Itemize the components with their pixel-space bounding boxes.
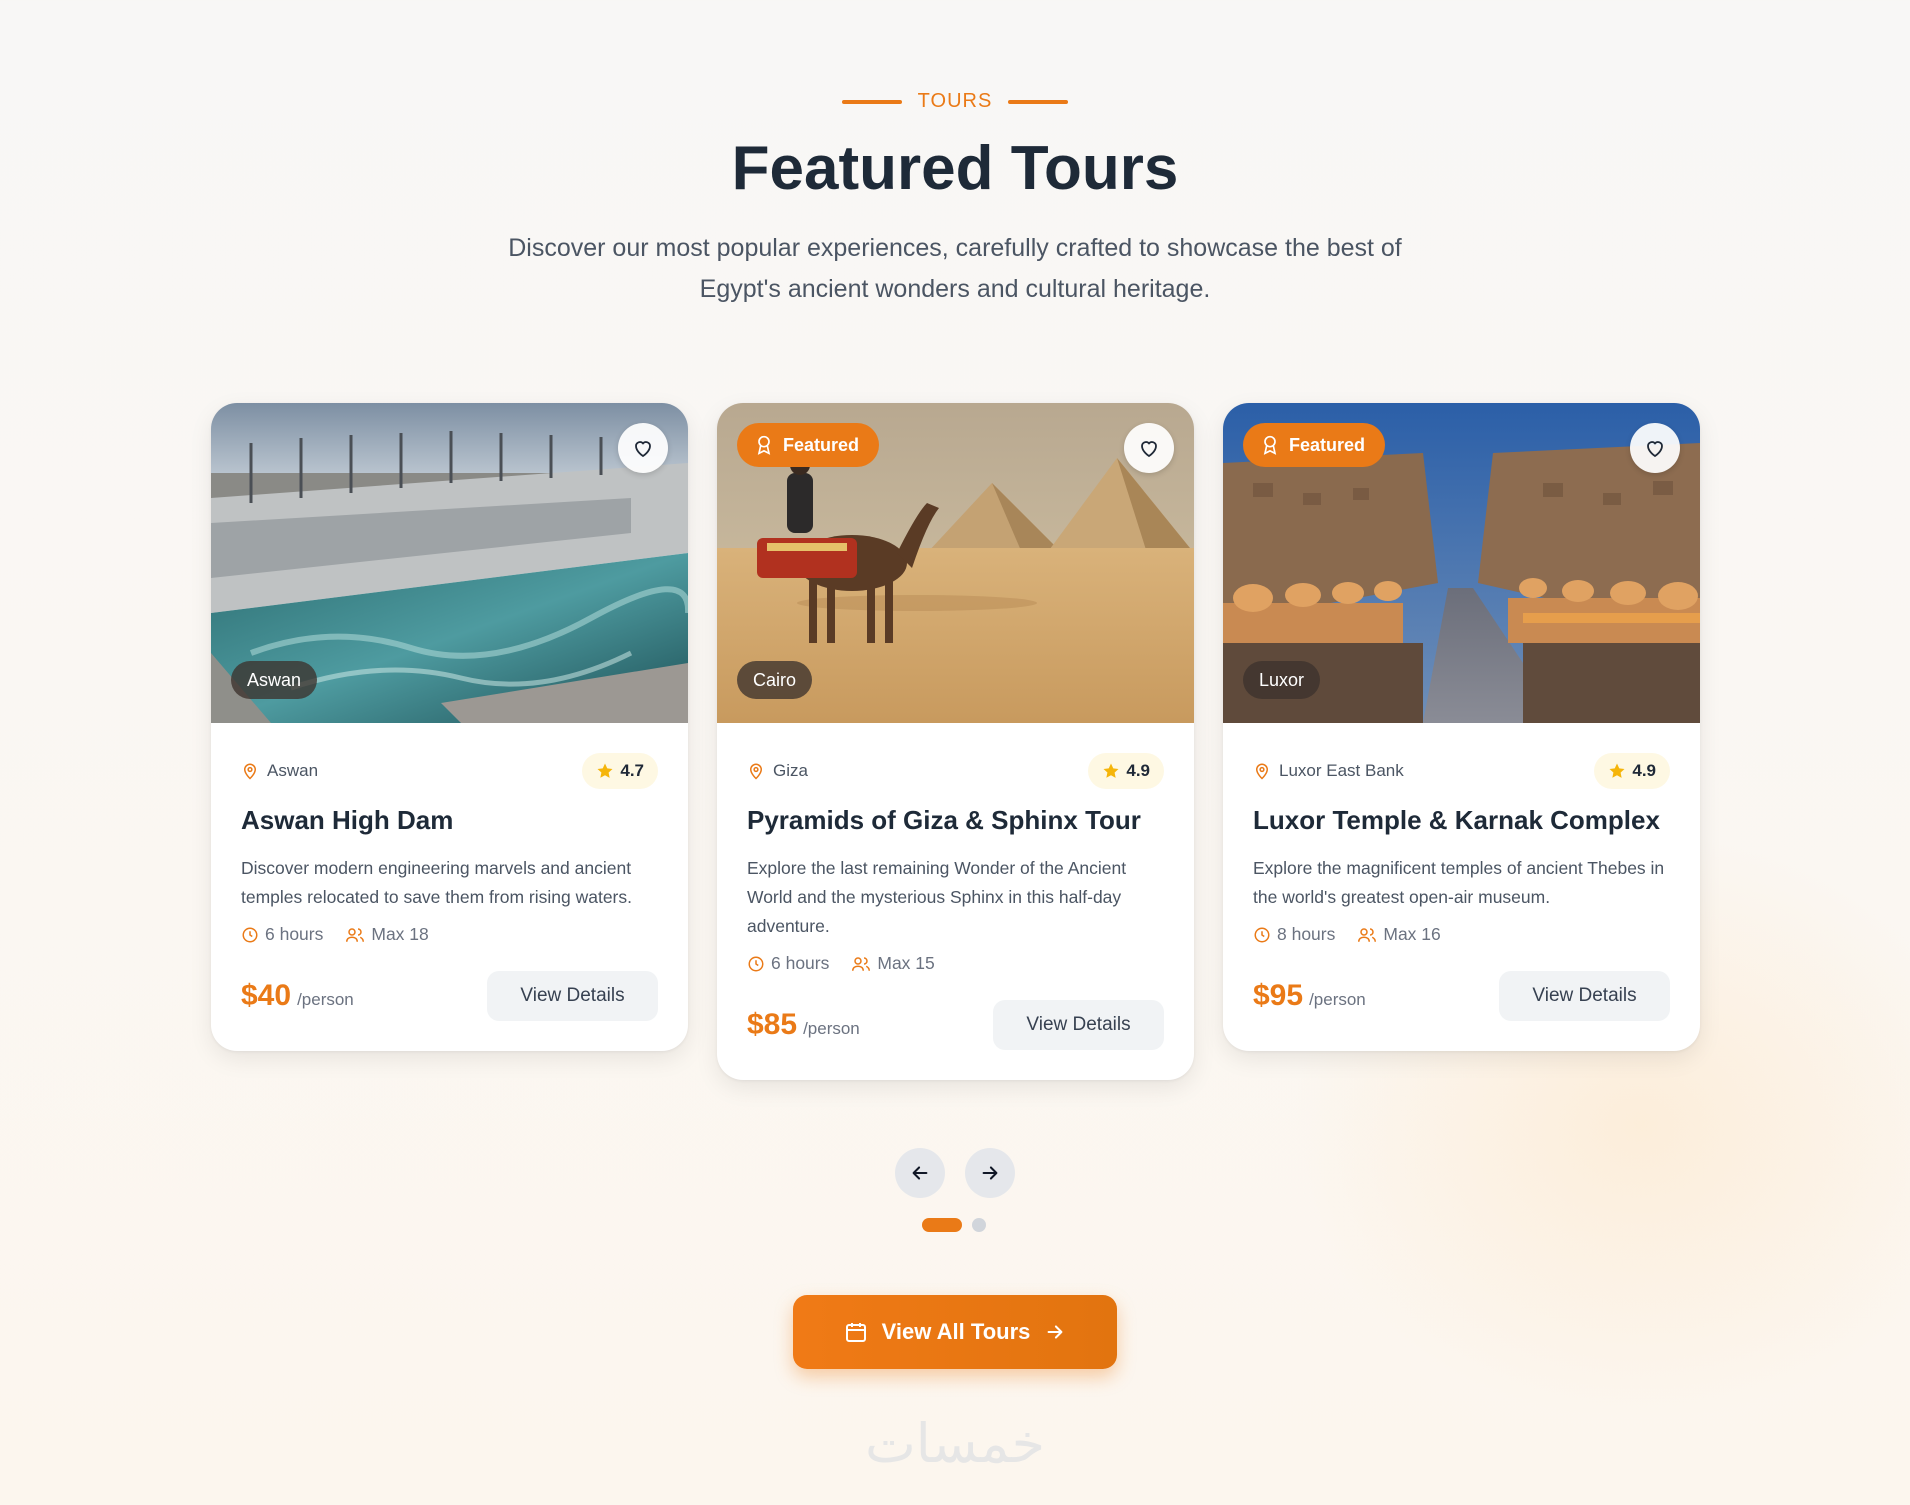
- map-pin-icon: [749, 763, 763, 780]
- carousel-prev-button[interactable]: [895, 1148, 945, 1198]
- tour-description: Discover modern engineering marvels and …: [241, 858, 632, 907]
- pagination-dot-active[interactable]: [922, 1218, 962, 1232]
- rating-value: 4.7: [620, 761, 644, 780]
- pagination-dot[interactable]: [972, 1218, 986, 1232]
- price-unit: /person: [297, 990, 354, 1009]
- tour-card-aswan[interactable]: Aswan Aswan 4.7 Aswan High Dam Discover …: [211, 403, 688, 1051]
- tour-card-giza[interactable]: Featured Cairo Giza 4.9 Pyramids of Giza…: [717, 403, 1194, 1080]
- section-eyebrow: TOURS: [0, 90, 1910, 113]
- tour-card-luxor[interactable]: Featured Luxor Luxor East Bank 4.9 Luxor…: [1223, 403, 1700, 1051]
- arrow-right-icon: [982, 1166, 998, 1180]
- group-size: Max 18: [345, 924, 429, 945]
- tour-title[interactable]: Pyramids of Giza & Sphinx Tour: [747, 805, 1164, 836]
- heart-icon: [1647, 441, 1663, 458]
- clock-icon: [1254, 927, 1270, 942]
- view-details-button[interactable]: View Details: [487, 971, 658, 1021]
- tour-meta: 6 hours Max 18: [241, 924, 658, 945]
- location-label: Luxor East Bank: [1279, 761, 1404, 780]
- clock-icon: [748, 956, 764, 971]
- city-badge: Aswan: [231, 661, 318, 699]
- award-icon: [1263, 435, 1277, 455]
- price-unit: /person: [1309, 990, 1366, 1009]
- view-all-tours-button[interactable]: View All Tours: [793, 1295, 1117, 1369]
- view-details-button[interactable]: View Details: [993, 1000, 1164, 1050]
- duration-label: 6 hours: [265, 924, 324, 944]
- group-size: Max 16: [1357, 924, 1441, 945]
- users-icon: [852, 956, 871, 971]
- city-badge: Cairo: [737, 661, 813, 699]
- users-icon: [1358, 927, 1377, 942]
- tour-title[interactable]: Aswan High Dam: [241, 805, 658, 836]
- eyebrow-line-left: [841, 99, 902, 104]
- duration: 6 hours: [747, 953, 829, 974]
- rating-value: 4.9: [1632, 761, 1656, 780]
- price-amount: $95: [1253, 979, 1304, 1012]
- star-icon: [597, 763, 613, 778]
- tour-image[interactable]: Featured Cairo: [717, 403, 1194, 723]
- carousel-pagination: [922, 1218, 986, 1232]
- location-label: Giza: [773, 761, 808, 780]
- view-details-button[interactable]: View Details: [1499, 971, 1670, 1021]
- star-icon: [1609, 763, 1625, 778]
- section-title: Featured Tours: [731, 134, 1179, 203]
- featured-badge: Featured: [1243, 423, 1386, 467]
- star-icon: [1103, 763, 1119, 778]
- favorite-button[interactable]: [618, 423, 668, 473]
- map-pin-icon: [243, 763, 257, 780]
- price-amount: $40: [241, 979, 292, 1012]
- award-icon: [757, 435, 771, 455]
- group-size-label: Max 16: [1383, 924, 1441, 944]
- price-unit: /person: [803, 1019, 860, 1038]
- location: Aswan: [241, 761, 318, 781]
- location: Luxor East Bank: [1253, 761, 1404, 781]
- tour-title[interactable]: Luxor Temple & Karnak Complex: [1253, 805, 1670, 836]
- tour-description: Explore the last remaining Wonder of the…: [747, 858, 1127, 936]
- duration: 8 hours: [1253, 924, 1335, 945]
- location: Giza: [747, 761, 808, 781]
- group-size-label: Max 15: [877, 953, 935, 973]
- location-label: Aswan: [267, 761, 319, 780]
- view-all-tours-label: View All Tours: [881, 1319, 1031, 1344]
- price: $95 /person: [1253, 979, 1366, 1013]
- map-pin-icon: [1255, 763, 1269, 780]
- group-size: Max 15: [851, 953, 935, 974]
- duration-label: 8 hours: [1277, 924, 1336, 944]
- arrow-right-icon: [1047, 1325, 1063, 1339]
- section-subtitle: Discover our most popular experiences, c…: [508, 234, 1402, 303]
- rating-badge: 4.9: [1088, 753, 1164, 789]
- duration: 6 hours: [241, 924, 323, 945]
- rating-badge: 4.9: [1594, 753, 1670, 789]
- arrow-left-icon: [912, 1166, 928, 1180]
- price: $40 /person: [241, 979, 354, 1013]
- duration-label: 6 hours: [771, 953, 830, 973]
- tour-description: Explore the magnificent temples of ancie…: [1253, 858, 1665, 907]
- carousel-next-button[interactable]: [965, 1148, 1015, 1198]
- featured-badge: Featured: [737, 423, 880, 467]
- users-icon: [346, 927, 365, 942]
- tour-image[interactable]: Aswan: [211, 403, 688, 723]
- favorite-button[interactable]: [1124, 423, 1174, 473]
- tour-meta: 6 hours Max 15: [747, 953, 1164, 974]
- price-amount: $85: [747, 1008, 798, 1041]
- featured-label: Featured: [783, 434, 860, 455]
- eyebrow-line-right: [1008, 99, 1069, 104]
- rating-value: 4.9: [1126, 761, 1150, 780]
- heart-icon: [635, 441, 651, 458]
- group-size-label: Max 18: [371, 924, 429, 944]
- watermark-logo: خمسات: [864, 1412, 1046, 1475]
- tour-image[interactable]: Featured Luxor: [1223, 403, 1700, 723]
- calendar-icon: [845, 1323, 866, 1342]
- heart-icon: [1141, 441, 1157, 458]
- rating-badge: 4.7: [582, 753, 658, 789]
- featured-label: Featured: [1289, 434, 1366, 455]
- city-badge: Luxor: [1243, 661, 1321, 699]
- eyebrow-label: TOURS: [917, 90, 993, 112]
- price: $85 /person: [747, 1008, 860, 1042]
- clock-icon: [242, 927, 258, 942]
- favorite-button[interactable]: [1630, 423, 1680, 473]
- tour-meta: 8 hours Max 16: [1253, 924, 1670, 945]
